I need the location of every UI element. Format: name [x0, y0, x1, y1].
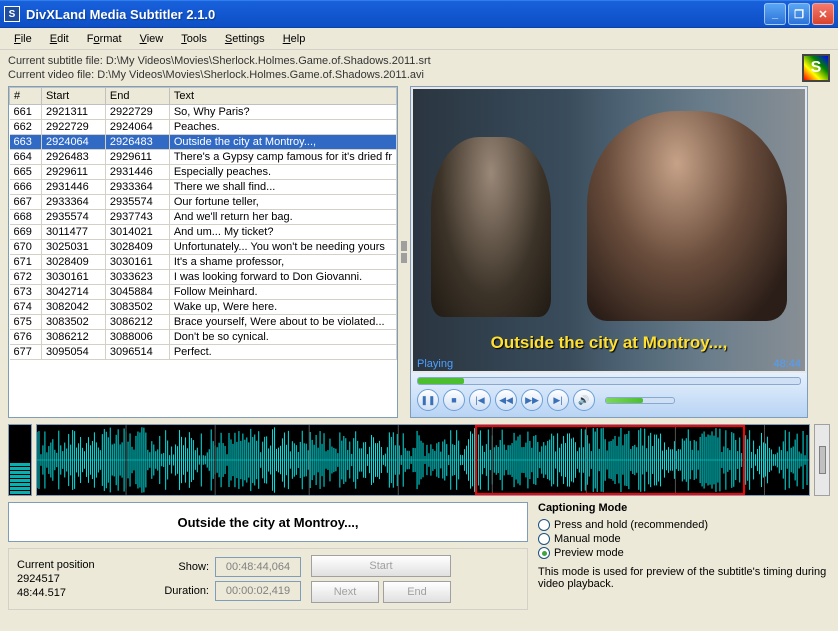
- menu-settings[interactable]: Settings: [217, 31, 273, 47]
- table-row[interactable]: 67130284093030161It's a shame professor,: [10, 255, 397, 270]
- next-button[interactable]: Next: [311, 581, 379, 603]
- seek-bar[interactable]: [417, 377, 801, 385]
- splitter-right-icon: [401, 253, 407, 263]
- volume-slider[interactable]: [605, 397, 675, 404]
- position-time: 48:44.517: [17, 586, 147, 600]
- subtitle-table[interactable]: # Start End Text 66129213112922729So, Wh…: [8, 86, 398, 418]
- table-row[interactable]: 66529296112931446Especially peaches.: [10, 165, 397, 180]
- video-player: Outside the city at Montroy..., Playing …: [410, 86, 808, 418]
- splitter[interactable]: [400, 86, 408, 418]
- close-button[interactable]: ✕: [812, 3, 834, 25]
- position-frames: 2924517: [17, 572, 147, 586]
- waveform[interactable]: [36, 424, 810, 496]
- table-row[interactable]: 67530835023086212Brace yourself, Were ab…: [10, 315, 397, 330]
- splitter-left-icon: [401, 241, 407, 251]
- menu-view[interactable]: View: [132, 31, 172, 47]
- show-field[interactable]: [215, 557, 301, 577]
- table-row[interactable]: 66229227292924064Peaches.: [10, 120, 397, 135]
- mode-description: This mode is used for preview of the sub…: [538, 566, 830, 590]
- radio-icon: [538, 519, 550, 531]
- table-row[interactable]: 67630862123088006Don't be so cynical.: [10, 330, 397, 345]
- stop-button[interactable]: ■: [443, 389, 465, 411]
- titlebar[interactable]: S DivXLand Media Subtitler 2.1.0 _ ❐ ✕: [0, 0, 838, 28]
- prev-button[interactable]: |◀: [469, 389, 491, 411]
- subtitle-text-editor[interactable]: Outside the city at Montroy...,: [8, 502, 528, 542]
- level-meter: [8, 424, 32, 496]
- rewind-button[interactable]: ◀◀: [495, 389, 517, 411]
- menubar: File Edit Format View Tools Settings Hel…: [0, 28, 838, 50]
- end-button[interactable]: End: [383, 581, 451, 603]
- video-controls: ❚❚ ■ |◀ ◀◀ ▶▶ ▶| 🔊: [411, 373, 807, 417]
- menu-format[interactable]: Format: [79, 31, 130, 47]
- table-row[interactable]: 67330427143045884Follow Meinhard.: [10, 285, 397, 300]
- table-row[interactable]: 66129213112922729So, Why Paris?: [10, 105, 397, 120]
- col-num[interactable]: #: [10, 88, 42, 105]
- menu-file[interactable]: File: [6, 31, 40, 47]
- maximize-button[interactable]: ❐: [788, 3, 810, 25]
- start-button[interactable]: Start: [311, 555, 451, 577]
- menu-help[interactable]: Help: [275, 31, 314, 47]
- video-figure: [431, 137, 551, 317]
- logo-icon: S: [802, 54, 830, 82]
- waveform-scrollbar[interactable]: [814, 424, 830, 496]
- app-icon: S: [4, 6, 20, 22]
- position-label: Current position: [17, 558, 147, 572]
- captioning-mode-title: Captioning Mode: [538, 502, 830, 514]
- show-label: Show:: [157, 561, 209, 573]
- table-row[interactable]: 66629314462933364There we shall find...: [10, 180, 397, 195]
- forward-button[interactable]: ▶▶: [521, 389, 543, 411]
- table-row[interactable]: 66429264832929611There's a Gypsy camp fa…: [10, 150, 397, 165]
- duration-field[interactable]: [215, 581, 301, 601]
- menu-tools[interactable]: Tools: [173, 31, 215, 47]
- radio-icon: [538, 533, 550, 545]
- info-bar: Current subtitle file: D:\My Videos\Movi…: [0, 50, 838, 86]
- pause-button[interactable]: ❚❚: [417, 389, 439, 411]
- waveform-selection[interactable]: [475, 425, 745, 495]
- minimize-button[interactable]: _: [764, 3, 786, 25]
- playback-status: Playing: [417, 358, 453, 370]
- table-row[interactable]: 66930114773014021And um... My ticket?: [10, 225, 397, 240]
- window-title: DivXLand Media Subtitler 2.1.0: [26, 7, 764, 22]
- mode-press-hold[interactable]: Press and hold (recommended): [538, 518, 830, 532]
- mode-manual[interactable]: Manual mode: [538, 532, 830, 546]
- col-end[interactable]: End: [105, 88, 169, 105]
- timing-panel: Current position 2924517 48:44.517 Show:…: [8, 548, 528, 610]
- menu-edit[interactable]: Edit: [42, 31, 77, 47]
- table-row[interactable]: 67230301613033623I was looking forward t…: [10, 270, 397, 285]
- video-frame[interactable]: Outside the city at Montroy..., Playing …: [413, 89, 805, 371]
- subtitle-overlay: Outside the city at Montroy...,: [413, 333, 805, 353]
- duration-label: Duration:: [157, 585, 209, 597]
- playback-time: 48:44: [773, 358, 801, 370]
- table-row[interactable]: 66329240642926483Outside the city at Mon…: [10, 135, 397, 150]
- mode-preview[interactable]: Preview mode: [538, 546, 830, 560]
- table-row[interactable]: 67730950543096514Perfect.: [10, 345, 397, 360]
- table-row[interactable]: 67430820423083502Wake up, Were here.: [10, 300, 397, 315]
- col-text[interactable]: Text: [169, 88, 396, 105]
- video-figure: [587, 111, 787, 321]
- table-row[interactable]: 67030250313028409Unfortunately... You wo…: [10, 240, 397, 255]
- table-row[interactable]: 66729333642935574Our fortune teller,: [10, 195, 397, 210]
- col-start[interactable]: Start: [41, 88, 105, 105]
- table-row[interactable]: 66829355742937743And we'll return her ba…: [10, 210, 397, 225]
- radio-icon: [538, 547, 550, 559]
- mute-button[interactable]: 🔊: [573, 389, 595, 411]
- scrollbar-thumb[interactable]: [819, 446, 826, 474]
- next-button[interactable]: ▶|: [547, 389, 569, 411]
